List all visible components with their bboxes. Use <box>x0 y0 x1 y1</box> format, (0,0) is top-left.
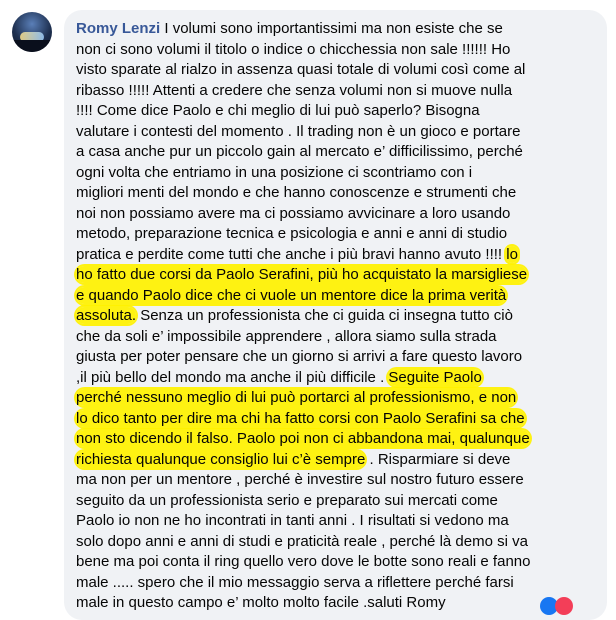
highlighted-text: e quando Paolo dice che ci vuole un ment… <box>76 286 507 304</box>
comment-line: bene ma poi conta il ring quello vero do… <box>76 552 600 573</box>
avatar[interactable] <box>12 12 52 52</box>
comment-text: ribasso !!!!! Attenti a credere che senz… <box>76 81 513 99</box>
comment-line: perché nessuno meglio di lui può portarc… <box>76 388 600 409</box>
more-options-icon[interactable]: ⋮ <box>612 266 616 280</box>
comment-line: giusta per poter pensare che un giorno s… <box>76 347 600 368</box>
comment-line: metodo, preparazione tecnica e psicologi… <box>76 224 600 245</box>
comment-text: pratica e perdite come tutti che anche i… <box>76 245 507 263</box>
comment-line: male ..... spero che il mio messaggio se… <box>76 573 600 594</box>
comment-line: migliori menti del mondo e che hanno con… <box>76 183 600 204</box>
comment-text: visto sparate al rialzo in assenza quasi… <box>76 61 526 78</box>
comment-line: solo dopo anni e anni di studi e pratici… <box>76 532 600 553</box>
comment-line: non sto dicendo il falso. Paolo poi non … <box>76 429 600 450</box>
comment-text: seguito da un professionista serio e pre… <box>76 491 498 509</box>
comment-line: ogni volta che entriamo in una posizione… <box>76 163 600 184</box>
comment-line: che da soli e’ impossibile apprendere , … <box>76 327 600 348</box>
comment-text: giusta per poter pensare che un giorno s… <box>76 348 523 365</box>
comment-text: valutare i contesti del momento . Il tra… <box>76 122 521 140</box>
avatar-road <box>12 40 52 52</box>
comment-line: richiesta qualunque consiglio lui c’è se… <box>76 450 600 471</box>
comment-text: male ..... spero che il mio messaggio se… <box>76 573 514 591</box>
highlighted-text: richiesta qualunque consiglio lui c’è se… <box>76 450 366 468</box>
comment-text: metodo, preparazione tecnica e psicologi… <box>76 225 508 242</box>
comment-text: che da soli e’ impossibile apprendere , … <box>76 327 497 345</box>
comment-text: !!!! Come dice Paolo e chi meglio di lui… <box>76 102 480 119</box>
comment-line: a casa anche pur un piccolo gain al merc… <box>76 142 600 163</box>
comment-text: solo dopo anni e anni di studi e pratici… <box>76 532 528 550</box>
comment-line: lo dico tanto per dire ma chi ha fatto c… <box>76 409 600 430</box>
comment-line: seguito da un professionista serio e pre… <box>76 491 600 512</box>
love-reaction-icon[interactable] <box>555 597 573 615</box>
comment-line: e quando Paolo dice che ci vuole un ment… <box>76 286 600 307</box>
comment-text: noi non possiamo avere ma ci possiamo av… <box>76 204 511 222</box>
comment-line: ma non per un mentore , perché è investi… <box>76 470 600 491</box>
comment-line: noi non possiamo avere ma ci possiamo av… <box>76 204 600 225</box>
comment-line: male in questo campo e’ molto molto faci… <box>76 593 600 614</box>
comment-text: migliori menti del mondo e che hanno con… <box>76 184 517 201</box>
comment-text: ma non per un mentore , perché è investi… <box>76 471 524 488</box>
highlighted-text: assoluta. <box>76 307 137 324</box>
comment-text: Paolo io non ne ho incontrati in tanti a… <box>76 512 509 529</box>
comment-line: ho fatto due corsi da Paolo Serafini, pi… <box>76 265 600 286</box>
comment-line: ribasso !!!!! Attenti a credere che senz… <box>76 81 600 102</box>
comment-text: Senza un professionista che ci guida ci … <box>136 307 513 324</box>
comment-text: bene ma poi conta il ring quello vero do… <box>76 553 531 570</box>
comment-line: Romy Lenzi I volumi sono importantissimi… <box>76 19 600 40</box>
comment-text: ,il più bello del mondo ma anche il più … <box>76 368 389 386</box>
comment-line: non ci sono volumi il titolo o indice o … <box>76 40 600 61</box>
comment-text: ogni volta che entriamo in una posizione… <box>76 163 473 181</box>
highlighted-text: perché nessuno meglio di lui può portarc… <box>76 389 517 406</box>
comment-text: non ci sono volumi il titolo o indice o … <box>76 40 511 58</box>
comment-text: . Risparmiare si deve <box>365 450 511 468</box>
comment-line: assoluta. Senza un professionista che ci… <box>76 306 600 327</box>
comment-body: Romy Lenzi I volumi sono importantissimi… <box>76 19 600 614</box>
highlighted-text: lo <box>506 245 518 263</box>
comment-author[interactable]: Romy Lenzi <box>76 20 160 37</box>
comment-text: I volumi sono importantissimi ma non esi… <box>160 20 503 37</box>
comment-text: male in questo campo e’ molto molto faci… <box>76 594 446 611</box>
comment-line: Paolo io non ne ho incontrati in tanti a… <box>76 511 600 532</box>
comment-line: pratica e perdite come tutti che anche i… <box>76 245 600 266</box>
comment-line: visto sparate al rialzo in assenza quasi… <box>76 60 600 81</box>
highlighted-text: lo dico tanto per dire ma chi ha fatto c… <box>76 409 525 427</box>
comment-text: a casa anche pur un piccolo gain al merc… <box>76 143 523 160</box>
highlighted-text: non sto dicendo il falso. Paolo poi non … <box>76 430 530 447</box>
comment-line: !!!! Come dice Paolo e chi meglio di lui… <box>76 101 600 122</box>
comment-line: valutare i contesti del momento . Il tra… <box>76 122 600 143</box>
comment-line: ,il più bello del mondo ma anche il più … <box>76 368 600 389</box>
highlighted-text: Seguite Paolo <box>388 368 482 386</box>
highlighted-text: ho fatto due corsi da Paolo Serafini, pi… <box>76 266 528 283</box>
